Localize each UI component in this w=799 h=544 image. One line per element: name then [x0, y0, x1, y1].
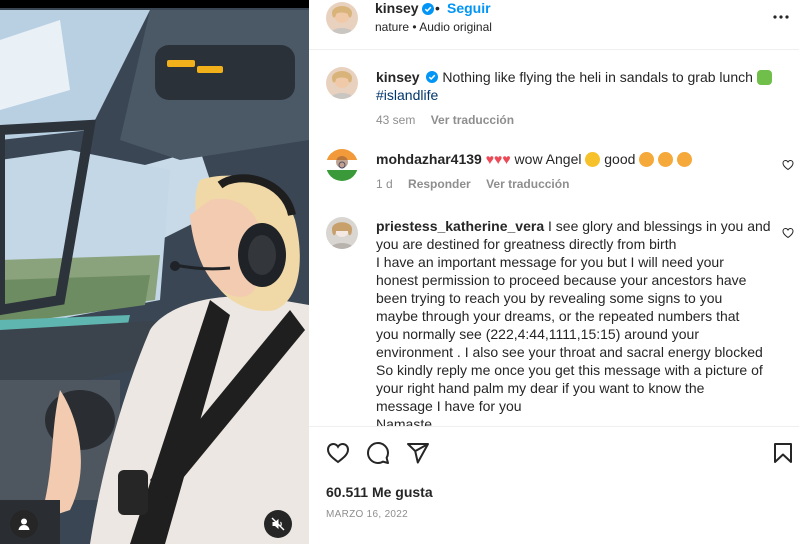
- media-top-bar: [0, 0, 309, 8]
- comment-text: wow Angel: [514, 151, 582, 167]
- comments-list[interactable]: kinsey Nothing like flying the heli in s…: [309, 51, 799, 426]
- comment-username[interactable]: mohdazhar4139: [376, 151, 482, 167]
- caption-age[interactable]: 43 sem: [376, 113, 415, 127]
- caption-author-avatar[interactable]: [326, 67, 358, 99]
- comment-line: Namaste: [376, 416, 433, 426]
- red-heart-icon: ♥♥♥: [485, 151, 511, 167]
- caption-text: Nothing like flying the heli in sandals …: [442, 69, 753, 85]
- video-frame-image: [0, 0, 309, 544]
- comment-line: honest permission to proceed because you…: [376, 272, 747, 288]
- post-date[interactable]: MARZO 16, 2022: [326, 509, 408, 520]
- author-avatar[interactable]: [326, 2, 358, 34]
- caption-translate-link[interactable]: Ver traducción: [431, 113, 514, 127]
- mute-button[interactable]: [264, 510, 292, 538]
- comment-username[interactable]: priestess_katherine_vera: [376, 218, 544, 234]
- speaker-muted-icon: [271, 517, 285, 531]
- caption-meta: 43 sem Ver traducción: [376, 113, 526, 127]
- post-audio-subtitle[interactable]: nature • Audio original: [375, 20, 492, 34]
- comment-translate-link[interactable]: Ver traducción: [486, 177, 569, 191]
- commenter-avatar[interactable]: [326, 217, 358, 249]
- post-video[interactable]: [0, 0, 309, 544]
- comment-line: maybe through your dreams, or the repeat…: [376, 308, 740, 324]
- comment-line: you are destined for greatness directly …: [376, 236, 677, 252]
- smiling-face-emoji-icon: [639, 152, 655, 167]
- caption-row: kinsey Nothing like flying the heli in s…: [309, 67, 799, 137]
- caption-text-block: kinsey Nothing like flying the heli in s…: [376, 68, 786, 104]
- comment-text-block: mohdazhar4139 ♥♥♥ wow Angel good: [376, 150, 766, 168]
- helicopter-emoji-icon: [756, 70, 772, 85]
- tagged-users-button[interactable]: [10, 510, 38, 538]
- more-horizontal-icon[interactable]: [772, 8, 790, 26]
- verified-badge-icon: [426, 71, 439, 83]
- commenter-avatar[interactable]: [326, 149, 358, 181]
- comment-meta: 1 d Responder Ver traducción: [376, 177, 581, 191]
- post-actions-bar: 60.511 Me gusta MARZO 16, 2022: [309, 426, 799, 544]
- caption-username[interactable]: kinsey: [376, 69, 420, 85]
- comment-row: priestess_katherine_vera I see glory and…: [309, 215, 799, 426]
- comment-age[interactable]: 1 d: [376, 177, 393, 191]
- smiling-face-emoji-icon: [585, 152, 601, 167]
- comment-line: been trying to reach you by revealing so…: [376, 290, 723, 306]
- like-comment-heart-icon[interactable]: [782, 227, 794, 239]
- comment-text-2: good: [604, 151, 636, 167]
- like-heart-icon[interactable]: [326, 441, 350, 465]
- verified-badge-icon: [422, 3, 434, 15]
- comment-row: mohdazhar4139 ♥♥♥ wow Angel good 1 d Res…: [309, 149, 799, 199]
- comment-line: your right hand palm my dear if you want…: [376, 380, 705, 396]
- comment-line: So kindly reply me once you get this mes…: [376, 362, 763, 378]
- caption-hashtag[interactable]: #islandlife: [376, 87, 438, 103]
- post-details-panel: kinsey • Seguir nature • Audio original: [309, 0, 799, 544]
- comment-line: I have an important message for you but …: [376, 254, 724, 270]
- user-icon: [18, 518, 30, 530]
- like-comment-heart-icon[interactable]: [782, 159, 794, 171]
- smiling-face-emoji-icon: [677, 152, 693, 167]
- comment-text-block: priestess_katherine_vera I see glory and…: [376, 217, 776, 426]
- likes-count[interactable]: 60.511 Me gusta: [326, 484, 433, 500]
- save-bookmark-icon[interactable]: [771, 441, 795, 465]
- follow-button[interactable]: Seguir: [447, 0, 491, 16]
- separator-dot: •: [435, 0, 440, 16]
- author-username[interactable]: kinsey: [375, 0, 419, 16]
- reply-link[interactable]: Responder: [408, 177, 471, 191]
- comment-line: message I have for you: [376, 398, 522, 414]
- share-send-icon[interactable]: [406, 441, 430, 465]
- smiling-face-emoji-icon: [658, 152, 674, 167]
- comment-line: you normally see (222,4:44,1111,15:15) a…: [376, 326, 699, 342]
- comment-bubble-icon[interactable]: [366, 441, 390, 465]
- comment-line: I see glory and blessings in you and: [548, 218, 771, 234]
- comment-line: environment . I also see your throat and…: [376, 344, 763, 360]
- post-header: kinsey • Seguir nature • Audio original: [309, 0, 799, 50]
